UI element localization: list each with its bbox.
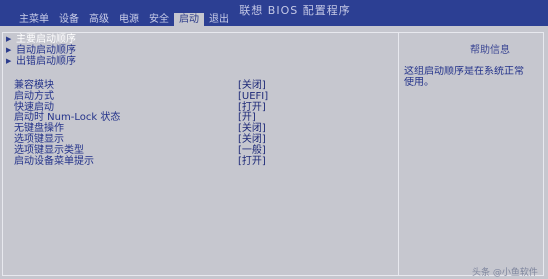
setting-value[interactable]: [UEFI] [238, 91, 268, 103]
watermark: 头条 @小鱼软件 [472, 268, 538, 278]
submenu-error-boot-sequence[interactable]: ▶ 出错启动顺序 [6, 56, 396, 67]
tab-main[interactable]: 主菜单 [14, 13, 54, 26]
bios-title: 联想 BIOS 配置程序 [239, 4, 351, 17]
tab-power[interactable]: 电源 [114, 13, 144, 26]
setting-num-lock[interactable]: 启动时 Num-Lock 状态 [开] [14, 112, 394, 124]
setting-value[interactable]: [打开] [238, 156, 266, 168]
tab-exit[interactable]: 退出 [204, 13, 234, 26]
settings-list: 兼容模块 [关闭] 启动方式 [UEFI] 快速启动 [打开] 启动时 Num-… [14, 80, 394, 168]
submenu-label: 自动启动顺序 [16, 45, 76, 56]
triangle-right-icon: ▶ [6, 46, 12, 54]
setting-boot-mode[interactable]: 启动方式 [UEFI] [14, 90, 394, 103]
tab-startup[interactable]: 启动 [174, 13, 204, 26]
help-line: 这组启动顺序是在系统正常 [404, 66, 524, 77]
help-line: 使用。 [404, 77, 434, 88]
submenu-label: 出错启动顺序 [16, 56, 76, 67]
setting-label: 无键盘操作 [14, 123, 64, 135]
setting-label: 选项键显示类型 [14, 144, 84, 156]
bios-screen: 联想 BIOS 配置程序 主菜单 设备 高级 电源 安全 启动 退出 ▶ 主要启… [0, 0, 548, 279]
help-title: 帮助信息 [470, 45, 510, 56]
tab-advanced[interactable]: 高级 [84, 13, 114, 26]
setting-label: 启动设备菜单提示 [14, 155, 94, 167]
setting-label: 选项键显示 [14, 133, 64, 145]
setting-label: 启动时 Num-Lock 状态 [14, 112, 121, 124]
help-text: 这组启动顺序是在系统正常 使用。 [404, 66, 548, 88]
triangle-right-icon: ▶ [6, 35, 12, 43]
setting-label: 兼容模块 [14, 80, 54, 91]
tab-devices[interactable]: 设备 [54, 13, 84, 26]
setting-keyboardless[interactable]: 无键盘操作 [关闭] [14, 123, 394, 135]
setting-label: 快速启动 [14, 101, 54, 113]
setting-csm[interactable]: 兼容模块 [关闭] [14, 80, 394, 92]
settings-panel: ▶ 主要启动顺序 ▶ 自动启动顺序 ▶ 出错启动顺序 [6, 34, 396, 67]
panel-divider [398, 32, 399, 276]
tab-security[interactable]: 安全 [144, 13, 174, 26]
setting-boot-device-menu-prompt[interactable]: 启动设备菜单提示 [打开] [14, 155, 394, 168]
setting-label: 启动方式 [14, 90, 54, 102]
submenu-label: 主要启动顺序 [16, 34, 76, 45]
submenu-primary-boot-sequence[interactable]: ▶ 主要启动顺序 [6, 34, 396, 45]
setting-value[interactable]: [一般] [238, 145, 266, 157]
triangle-right-icon: ▶ [6, 57, 12, 65]
submenu-automatic-boot-sequence[interactable]: ▶ 自动启动顺序 [6, 45, 396, 56]
bios-header: 联想 BIOS 配置程序 主菜单 设备 高级 电源 安全 启动 退出 [0, 0, 548, 26]
menu-bar: 主菜单 设备 高级 电源 安全 启动 退出 [14, 13, 234, 26]
